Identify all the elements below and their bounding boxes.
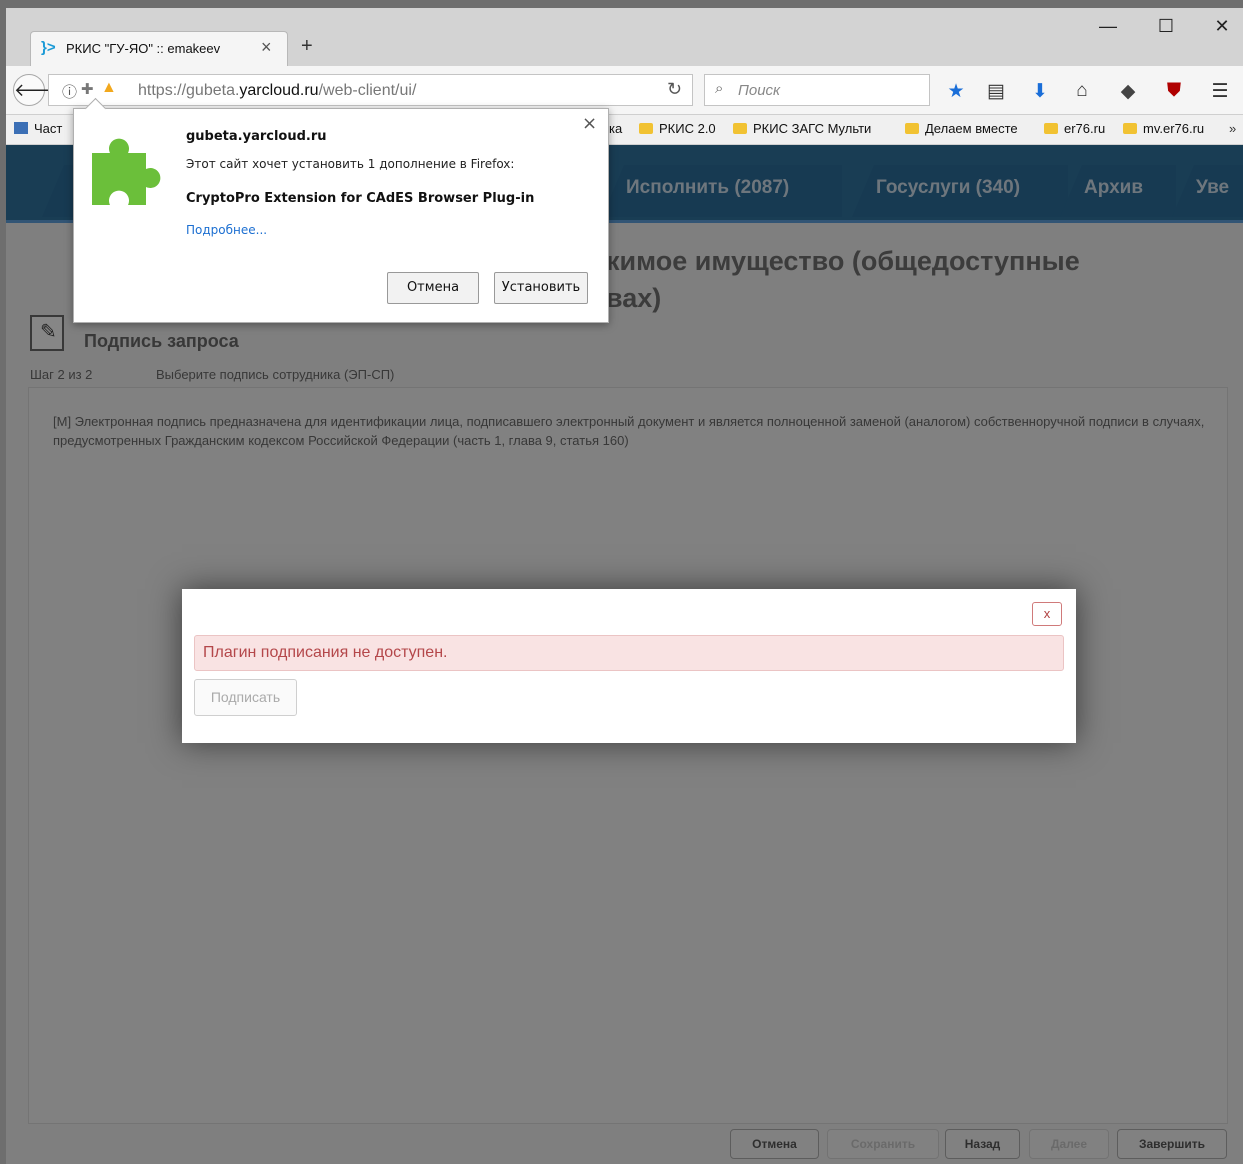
tab-strip: }> РКИС "ГУ-ЯО" :: emakeev × + — ☐ ✕ [6,8,1243,66]
install-button[interactable]: Установить [494,272,588,304]
popup-close-icon[interactable]: × [582,113,597,134]
dialog-close-button[interactable]: x [1032,602,1062,626]
bookmark-folder[interactable]: er76.ru [1044,121,1105,136]
close-window-button[interactable]: ✕ [1207,16,1237,37]
url-bar[interactable]: ⓘ ✚ ▲ https://gubeta.yarcloud.ru/web-cli… [48,74,693,106]
search-input[interactable]: ⌕ Поиск [704,74,930,106]
folder-icon [1123,123,1137,134]
popup-message: Этот сайт хочет установить 1 дополнение … [186,157,515,171]
popup-site: gubeta.yarcloud.ru [186,129,327,144]
pocket-icon[interactable]: ◆ [1115,80,1141,103]
bookmark-page-icon [14,122,28,134]
maximize-button[interactable]: ☐ [1151,16,1181,37]
back-button[interactable]: 🡐 [13,74,62,106]
addon-name: CryptoPro Extension for CAdES Browser Pl… [186,191,535,206]
bookmarks-library-icon[interactable]: ▤ [983,80,1009,103]
bookmarks-overflow-icon[interactable]: » [1229,121,1236,136]
bookmark-folder[interactable]: mv.er76.ru [1123,121,1204,136]
addon-install-popup: × gubeta.yarcloud.ru Этот сайт хочет уст… [73,97,609,323]
bookmark-star-icon[interactable]: ★ [943,80,969,103]
menu-hamburger-icon[interactable]: ☰ [1207,80,1233,103]
search-icon: ⌕ [715,80,724,97]
learn-more-link[interactable]: Подробнее... [186,223,267,237]
popup-cancel-button[interactable]: Отмена [387,272,479,304]
url-text[interactable]: https://gubeta.yarcloud.ru/web-client/ui… [138,82,416,100]
search-placeholder: Поиск [738,82,781,99]
folder-icon [905,123,919,134]
puzzle-piece-icon [92,138,161,205]
info-icon[interactable]: ⓘ [62,81,77,102]
bookmark-folder[interactable]: РКИС ЗАГС Мульти [733,121,871,136]
bookmark-item[interactable]: Част [14,121,62,136]
sign-button[interactable]: Подписать [194,679,297,716]
folder-icon [639,123,653,134]
bookmark-item[interactable]: ка [609,121,622,136]
minimize-button[interactable]: — [1093,16,1123,37]
tab-title: РКИС "ГУ-ЯО" :: emakeev [66,41,221,56]
site-favicon-icon: }> [41,39,56,56]
downloads-icon[interactable]: ⬇ [1027,80,1053,103]
bookmark-folder[interactable]: РКИС 2.0 [639,121,716,136]
home-icon[interactable]: ⌂ [1069,80,1095,102]
error-alert: Плагин подписания не доступен. [194,635,1064,671]
tab-close-icon[interactable]: × [261,37,272,58]
ublock-shield-icon[interactable]: ⛊ [1161,80,1187,102]
browser-window: }> РКИС "ГУ-ЯО" :: emakeev × + — ☐ ✕ 🡐 ⓘ… [6,8,1243,1164]
bookmark-folder[interactable]: Делаем вместе [905,121,1018,136]
folder-icon [1044,123,1058,134]
folder-icon [733,123,747,134]
new-tab-button[interactable]: + [301,35,313,58]
sign-dialog: x Плагин подписания не доступен. Подписа… [182,589,1076,743]
insecure-lock-warning-icon[interactable]: ▲ [101,79,117,97]
browser-tab[interactable]: }> РКИС "ГУ-ЯО" :: emakeev × [30,31,288,66]
addon-puzzle-icon[interactable]: ✚ [81,80,94,98]
reload-icon[interactable]: ↻ [667,79,682,100]
